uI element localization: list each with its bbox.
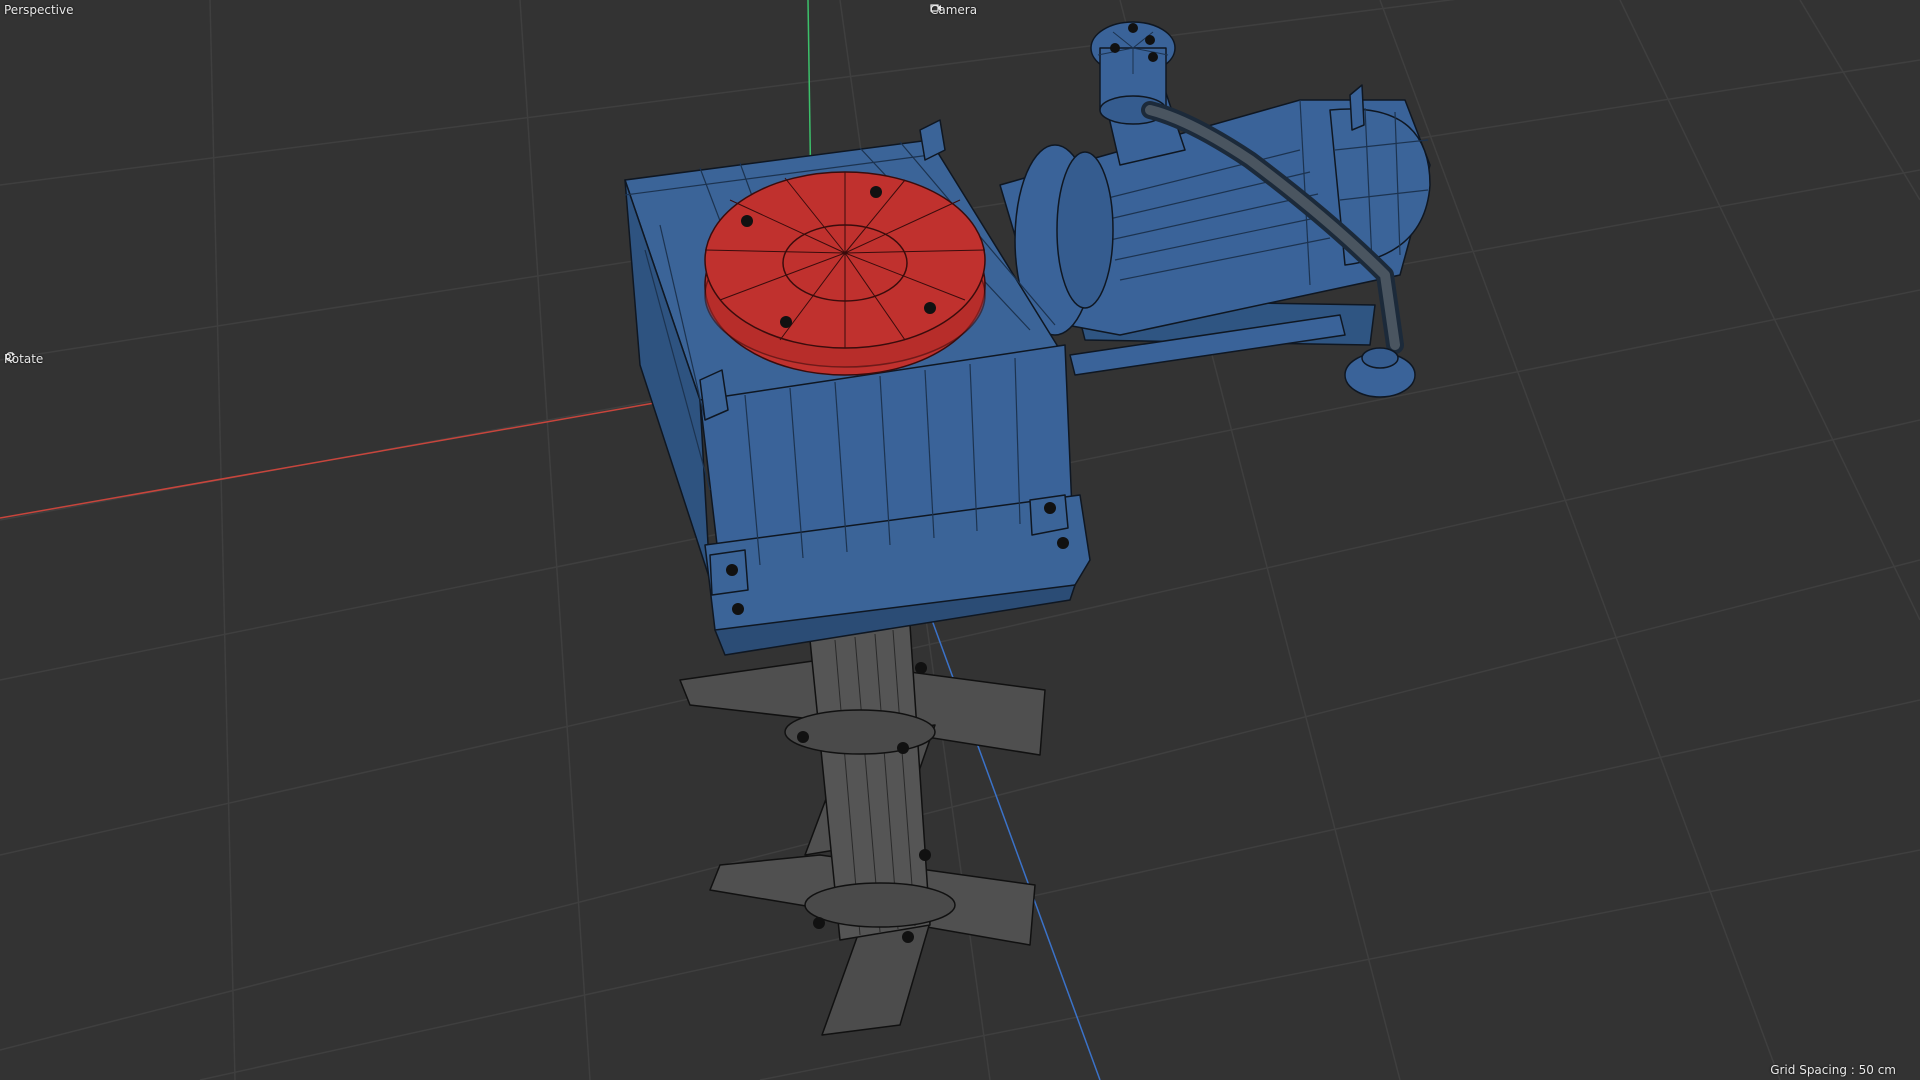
viewport-canvas[interactable] (0, 0, 1920, 1080)
view-name-label[interactable]: Perspective (4, 2, 74, 18)
camera-icon (930, 4, 992, 16)
auger-blades-object[interactable] (679, 624, 1046, 1036)
camera-menu[interactable]: Camera (930, 2, 992, 18)
navigation-mode-indicator: Rotate (4, 351, 58, 367)
rotate-icon (5, 352, 58, 365)
3d-viewport[interactable]: Perspective Camera Rotate Grid Spacing :… (0, 0, 1920, 1080)
z-axis-line (909, 559, 1101, 1080)
grid-spacing-readout: Grid Spacing : 50 cm (1770, 1063, 1896, 1077)
motor-object[interactable] (999, 21, 1431, 398)
selected-polygons-flange[interactable] (704, 171, 986, 376)
x-axis-line (0, 401, 661, 519)
